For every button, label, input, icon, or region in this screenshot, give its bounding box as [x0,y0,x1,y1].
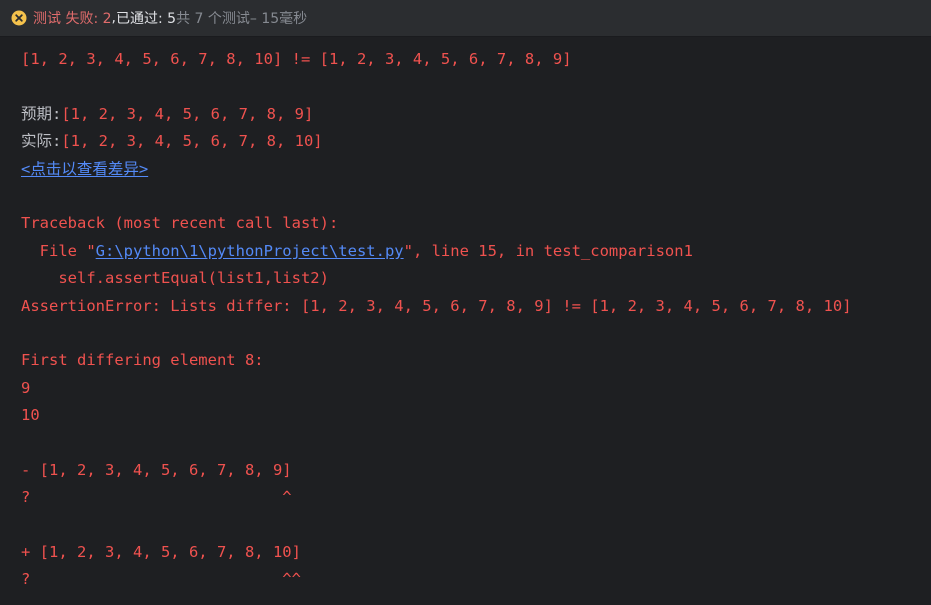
file-prefix: File " [21,241,96,260]
tests-total-label: 共 7 个测试 [176,11,250,27]
file-suffix: ", line 15, in test_comparison1 [403,241,693,260]
value-a-line: 9 [21,378,31,397]
value-b-line: 10 [21,406,40,425]
expected-label: 预期: [21,104,62,123]
traceback-file-line: File "G:\python\1\pythonProject\test.py"… [21,238,852,265]
test-status-bar: 测试 失败: 2 , 已通过: 5 共 7 个测试 – 15毫秒 [0,0,931,36]
divider [0,36,931,37]
file-path-link[interactable]: G:\python\1\pythonProject\test.py [96,242,404,260]
expected-value: [1, 2, 3, 4, 5, 6, 7, 8, 9] [61,104,314,123]
diff-link-line: <点击以查看差异> [21,156,852,183]
error-circle-icon [11,10,27,26]
assertion-error-line: AssertionError: Lists differ: [1, 2, 3, … [21,296,852,315]
console-output[interactable]: [1, 2, 3, 4, 5, 6, 7, 8, 10] != [1, 2, 3… [21,46,852,594]
duration-label: – 15毫秒 [249,11,308,27]
actual-line: 实际:[1, 2, 3, 4, 5, 6, 7, 8, 10] [21,128,852,155]
diff-marker-line: ? ^^ [21,570,301,589]
traceback-header: Traceback (most recent call last): [21,214,339,233]
actual-label: 实际: [21,132,62,151]
traceback-code-line: self.assertEqual(list1,list2) [21,269,329,288]
view-diff-link[interactable]: <点击以查看差异> [21,160,148,178]
first-differing-line: First differing element 8: [21,351,264,370]
diff-plus-line: + [1, 2, 3, 4, 5, 6, 7, 8, 10] [21,543,301,562]
diff-minus-line: - [1, 2, 3, 4, 5, 6, 7, 8, 9] [21,460,292,479]
expected-line: 预期:[1, 2, 3, 4, 5, 6, 7, 8, 9] [21,101,852,128]
actual-value: [1, 2, 3, 4, 5, 6, 7, 8, 10] [61,132,323,151]
tests-passed-label: 已通过: 5 [115,11,177,27]
tests-failed-label: 测试 失败: 2 [33,11,112,27]
diff-marker-line: ? ^ [21,488,292,507]
comparison-line: [1, 2, 3, 4, 5, 6, 7, 8, 10] != [1, 2, 3… [21,50,572,68]
